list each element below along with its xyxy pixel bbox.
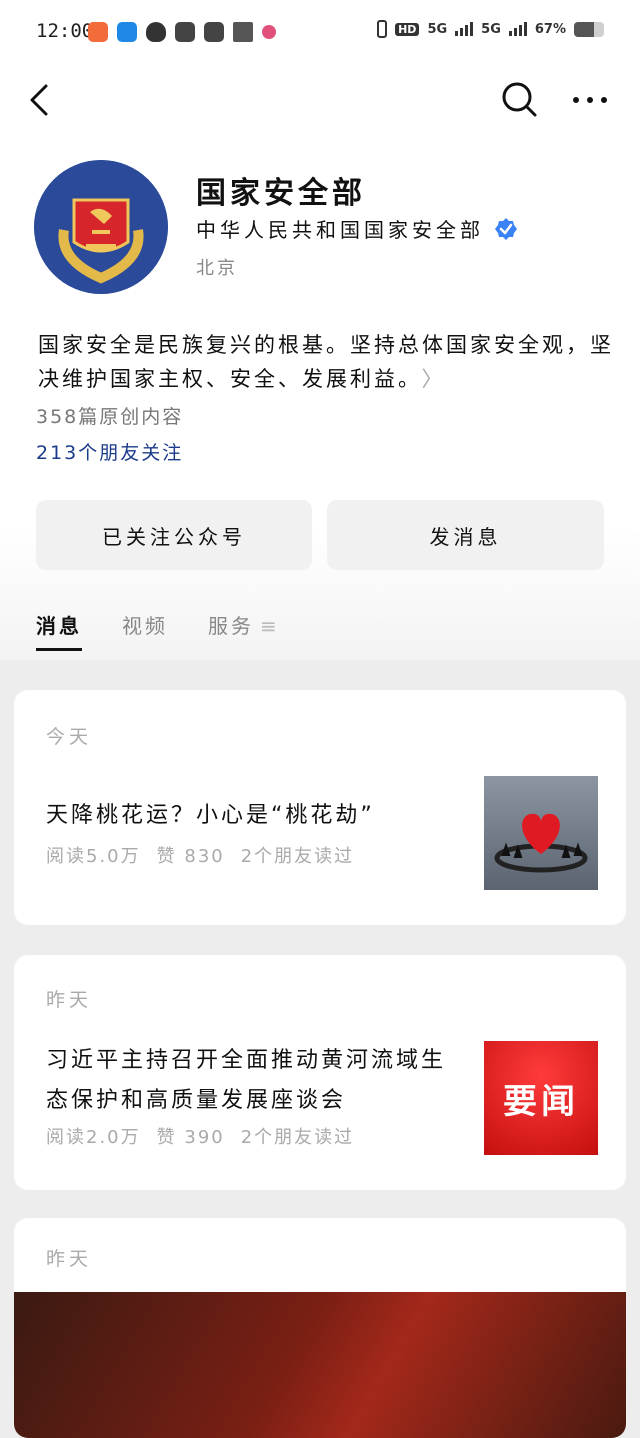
article-likes: 赞 830 [156,846,225,867]
back-arrow-icon[interactable] [22,80,62,120]
menu-icon: ≡ [260,614,280,638]
tab-services[interactable]: 服务 ≡ [208,610,280,651]
crown-icon [233,22,253,42]
article-thumbnail [484,776,598,890]
account-avatar[interactable] [34,160,168,294]
article-friends-read: 2个朋友读过 [240,846,355,867]
account-name: 国家安全部 [196,176,366,211]
friends-following[interactable]: 213个朋友关注 [36,438,183,465]
system-indicators: HD 5G 5G 67% [377,20,604,38]
tab-label: 视频 [122,614,168,638]
article-card[interactable]: 昨天 [14,1218,626,1438]
article-reads: 阅读5.0万 [46,846,141,867]
signal-icon [455,22,474,36]
tab-messages[interactable]: 消息 [36,610,82,651]
article-day: 昨天 [46,1248,93,1270]
article-cover-image [14,1292,626,1438]
article-friends-read: 2个朋友读过 [240,1127,355,1148]
status-bar: 12:00 HD 5G 5G 67% [0,0,640,66]
article-meta: 阅读2.0万 赞 390 2个朋友读过 [46,1123,354,1149]
chevron-right-icon: 〉 [421,367,446,391]
more-icon[interactable] [568,80,612,120]
hd-badge: HD [395,22,420,36]
app-notification-icon [262,25,276,39]
app-notification-icon [117,22,137,42]
verified-badge-icon[interactable] [494,217,518,241]
account-organization: 中华人民共和国国家安全部 [196,214,518,243]
taobao-icon [204,22,224,42]
app-notification-icon [88,22,108,42]
status-time: 12:00 [36,20,94,42]
thumbnail-text: 要闻 [503,1081,579,1122]
account-intro[interactable]: 国家安全是民族复兴的根基。坚持总体国家安全观，坚决维护国家主权、安全、发展利益。… [38,328,618,396]
article-card[interactable]: 今天 天降桃花运？小心是“桃花劫” 阅读5.0万 赞 830 2个朋友读过 [14,690,626,925]
account-location: 北京 [196,258,238,279]
organization-label: 中华人民共和国国家安全部 [196,218,484,242]
tab-videos[interactable]: 视频 [122,610,168,651]
app-notification-icon [175,22,195,42]
article-meta: 阅读5.0万 赞 830 2个朋友读过 [46,842,354,868]
signal-icon-2 [508,22,527,36]
intro-text: 国家安全是民族复兴的根基。坚持总体国家安全观，坚决维护国家主权、安全、发展利益。 [38,333,614,391]
article-thumbnail: 要闻 [484,1041,598,1155]
battery-percent: 67% [534,21,566,37]
article-likes: 赞 390 [156,1127,225,1148]
article-card[interactable]: 昨天 习近平主持召开全面推动黄河流域生态保护和高质量发展座谈会 阅读2.0万 赞… [14,955,626,1190]
article-reads: 阅读2.0万 [46,1127,141,1148]
qq-icon [146,22,166,42]
emblem-icon [34,160,168,294]
tab-label: 服务 [208,614,254,638]
battery-icon [574,21,604,37]
search-icon[interactable] [498,78,540,120]
notification-icons [88,22,276,42]
network-type: 5G [427,21,448,37]
network-type-2: 5G [481,21,501,37]
article-day: 今天 [46,726,93,748]
send-message-button[interactable]: 发消息 [327,500,604,570]
tab-label: 消息 [36,614,82,638]
article-title: 习近平主持召开全面推动黄河流域生态保护和高质量发展座谈会 [46,1048,447,1113]
content-tabs: 消息 视频 服务 ≡ [36,610,280,651]
vibrate-icon [377,20,388,38]
article-title: 天降桃花运？小心是“桃花劫” [46,803,375,828]
heart-trap-image [494,813,588,873]
original-content-count[interactable]: 358篇原创内容 [36,402,183,429]
followed-button[interactable]: 已关注公众号 [36,500,312,570]
article-day: 昨天 [46,989,93,1011]
